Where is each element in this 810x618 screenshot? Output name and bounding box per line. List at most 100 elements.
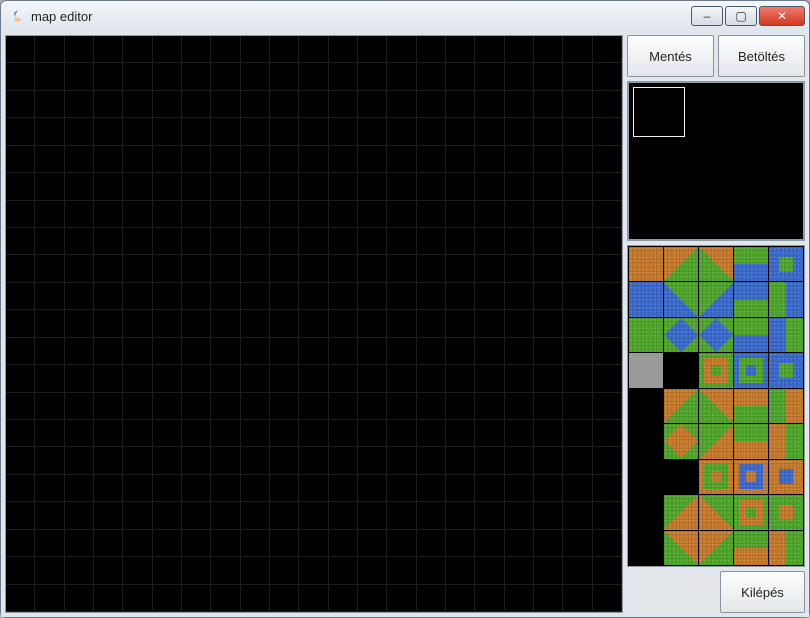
grid-cell[interactable] [593,365,622,392]
grid-cell[interactable] [475,201,504,228]
grid-cell[interactable] [270,447,299,474]
grid-cell[interactable] [475,447,504,474]
grid-cell[interactable] [123,255,152,282]
grid-cell[interactable] [182,36,211,63]
save-button[interactable]: Mentés [627,35,714,77]
grid-cell[interactable] [94,475,123,502]
grid-cell[interactable] [329,118,358,145]
grid-cell[interactable] [153,338,182,365]
grid-cell[interactable] [123,146,152,173]
grid-cell[interactable] [387,530,416,557]
grid-cell[interactable] [241,338,270,365]
grid-cell[interactable] [123,63,152,90]
palette-tile[interactable] [629,247,663,281]
grid-cell[interactable] [299,283,328,310]
grid-cell[interactable] [182,393,211,420]
grid-cell[interactable] [417,585,446,612]
grid-cell[interactable] [6,36,35,63]
grid-cell[interactable] [6,502,35,529]
grid-cell[interactable] [6,173,35,200]
grid-cell[interactable] [593,530,622,557]
grid-cell[interactable] [65,91,94,118]
grid-cell[interactable] [446,118,475,145]
grid-cell[interactable] [182,310,211,337]
grid-cell[interactable] [123,201,152,228]
grid-cell[interactable] [593,146,622,173]
grid-cell[interactable] [299,201,328,228]
grid-cell[interactable] [329,310,358,337]
grid-cell[interactable] [329,502,358,529]
grid-cell[interactable] [123,283,152,310]
grid-cell[interactable] [475,283,504,310]
grid-cell[interactable] [446,447,475,474]
grid-cell[interactable] [475,146,504,173]
grid-cell[interactable] [563,420,592,447]
grid-cell[interactable] [446,146,475,173]
grid-cell[interactable] [329,420,358,447]
grid-cell[interactable] [35,310,64,337]
grid-cell[interactable] [270,420,299,447]
grid-cell[interactable] [211,475,240,502]
grid-cell[interactable] [65,36,94,63]
grid-cell[interactable] [475,475,504,502]
grid-cell[interactable] [563,255,592,282]
grid-cell[interactable] [563,173,592,200]
grid-cell[interactable] [123,557,152,584]
grid-cell[interactable] [417,228,446,255]
grid-cell[interactable] [358,63,387,90]
grid-cell[interactable] [329,146,358,173]
palette-tile[interactable] [629,282,663,316]
grid-cell[interactable] [94,420,123,447]
grid-cell[interactable] [446,365,475,392]
grid-cell[interactable] [211,118,240,145]
grid-cell[interactable] [182,365,211,392]
grid-cell[interactable] [417,502,446,529]
grid-cell[interactable] [475,228,504,255]
grid-cell[interactable] [153,228,182,255]
grid-cell[interactable] [35,338,64,365]
grid-cell[interactable] [65,365,94,392]
grid-cell[interactable] [329,228,358,255]
grid-cell[interactable] [123,393,152,420]
grid-cell[interactable] [65,255,94,282]
grid-cell[interactable] [358,255,387,282]
palette-tile[interactable] [664,247,698,281]
grid-cell[interactable] [446,255,475,282]
grid-cell[interactable] [563,475,592,502]
grid-cell[interactable] [534,173,563,200]
grid-cell[interactable] [534,475,563,502]
grid-cell[interactable] [505,585,534,612]
grid-cell[interactable] [94,365,123,392]
grid-cell[interactable] [446,502,475,529]
grid-cell[interactable] [94,146,123,173]
grid-cell[interactable] [505,146,534,173]
grid-cell[interactable] [329,365,358,392]
grid-cell[interactable] [65,310,94,337]
grid-cell[interactable] [94,91,123,118]
grid-cell[interactable] [299,36,328,63]
grid-cell[interactable] [65,420,94,447]
grid-cell[interactable] [182,255,211,282]
grid-cell[interactable] [153,63,182,90]
grid-cell[interactable] [534,91,563,118]
palette-tile[interactable] [699,531,733,565]
grid-cell[interactable] [6,585,35,612]
grid-cell[interactable] [505,365,534,392]
palette-tile[interactable] [629,318,663,352]
grid-cell[interactable] [153,310,182,337]
palette-tile[interactable] [629,353,663,387]
grid-cell[interactable] [534,146,563,173]
grid-cell[interactable] [270,283,299,310]
grid-cell[interactable] [358,201,387,228]
grid-cell[interactable] [211,146,240,173]
grid-cell[interactable] [299,255,328,282]
grid-cell[interactable] [329,91,358,118]
palette-tile[interactable] [699,282,733,316]
palette-tile[interactable] [699,318,733,352]
grid-cell[interactable] [593,502,622,529]
grid-cell[interactable] [123,502,152,529]
titlebar[interactable]: map editor – ▢ ✕ [1,1,809,31]
grid-cell[interactable] [387,91,416,118]
grid-cell[interactable] [593,420,622,447]
palette-tile[interactable] [664,531,698,565]
